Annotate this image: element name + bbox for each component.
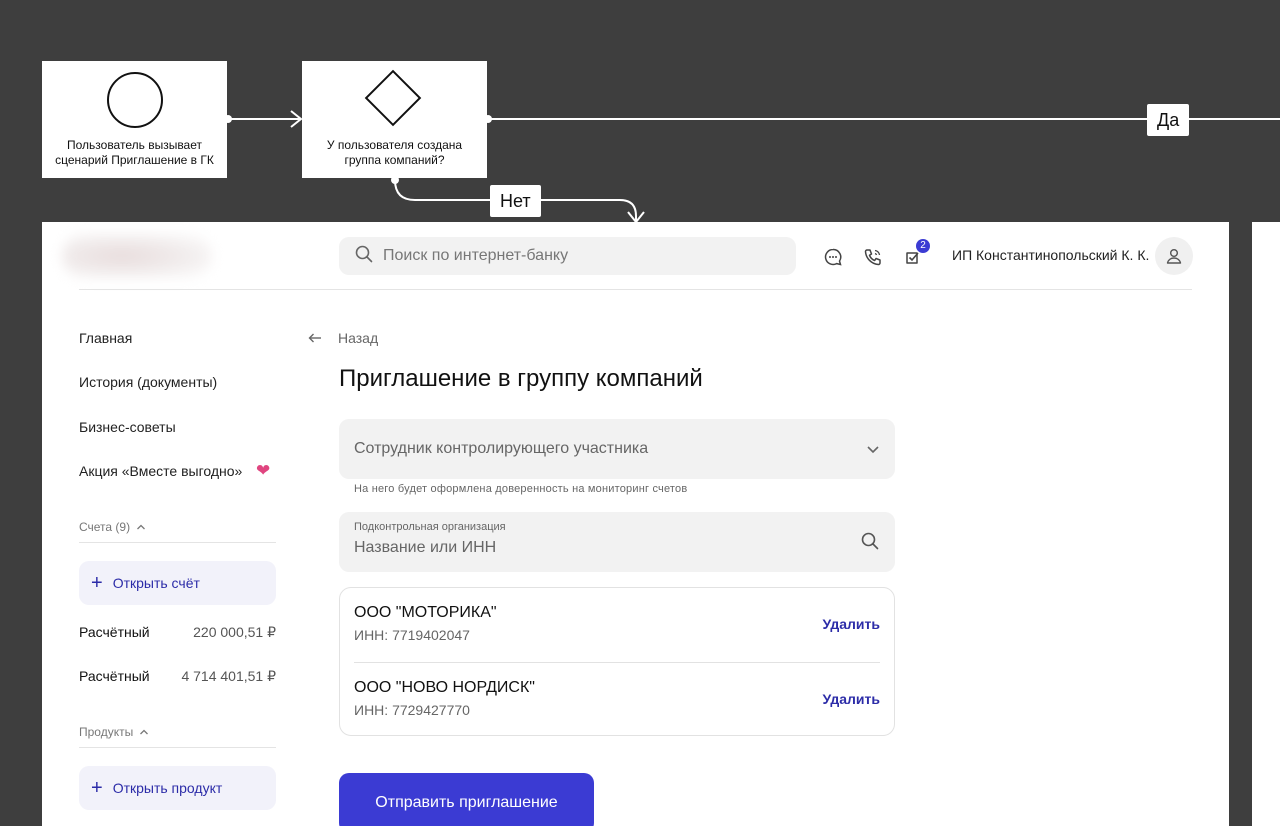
employee-select-placeholder: Сотрудник контролирующего участника <box>354 440 649 457</box>
products-section-header[interactable]: Продукты <box>79 725 149 739</box>
bank-logo <box>62 234 212 278</box>
selected-organizations-list: ООО "МОТОРИКА" ИНН: 7719402047 Удалить О… <box>339 587 895 736</box>
open-account-label: Открыть счёт <box>112 575 200 591</box>
bank-app-screen: 2 ИП Константинопольский К. К. Главная И… <box>42 222 1229 826</box>
heart-icon: ❤ <box>256 461 271 480</box>
org-name: ООО "МОТОРИКА" <box>354 604 497 621</box>
org-inn: ИНН: 7719402047 <box>354 627 470 643</box>
accounts-section-header[interactable]: Счета (9) <box>79 520 146 534</box>
open-account-button[interactable]: + Открыть счёт <box>79 561 276 605</box>
flow-yes-label: Да <box>1147 104 1190 136</box>
user-name[interactable]: ИП Константинопольский К. К. <box>952 247 1149 263</box>
sidebar-item-business-tips[interactable]: Бизнес-советы <box>79 419 176 435</box>
search-icon <box>355 245 373 268</box>
chevron-up-icon <box>137 524 146 530</box>
open-product-button[interactable]: + Открыть продукт <box>79 766 276 810</box>
page-title: Приглашение в группу компаний <box>339 365 703 392</box>
delete-org-button[interactable]: Удалить <box>823 691 880 707</box>
account-name: Расчётный <box>79 668 150 684</box>
section-divider <box>79 747 276 748</box>
send-invitation-button[interactable]: Отправить приглашение <box>339 773 594 826</box>
tasks-badge: 2 <box>916 239 930 253</box>
account-row[interactable]: Расчётный 220 000,51 ₽ <box>79 624 276 641</box>
avatar[interactable] <box>1155 237 1193 275</box>
flow-decision-label: У пользователя создана группа компаний? <box>326 138 463 167</box>
account-name: Расчётный <box>79 624 150 640</box>
back-link[interactable]: Назад <box>308 330 378 346</box>
flow-arrowhead <box>290 110 303 128</box>
employee-select[interactable]: Сотрудник контролирующего участника <box>339 419 895 479</box>
chat-icon[interactable] <box>822 246 844 268</box>
org-field-label: Подконтрольная организация <box>354 521 506 533</box>
plus-icon: + <box>91 777 103 799</box>
arrow-left-icon <box>308 333 321 343</box>
flow-arrowhead <box>627 211 645 224</box>
search-bar[interactable] <box>339 237 796 275</box>
flow-decision-node: У пользователя создана группа компаний? <box>302 61 487 178</box>
products-section-label: Продукты <box>79 725 134 739</box>
org-search-field[interactable]: Подконтрольная организация <box>339 512 895 572</box>
back-label: Назад <box>338 330 379 346</box>
section-divider <box>79 542 276 543</box>
sidebar-item-promo[interactable]: Акция «Вместе выгодно» <box>79 463 242 479</box>
account-row[interactable]: Расчётный 4 714 401,51 ₽ <box>79 668 276 685</box>
flow-start-node: Пользователь вызывает сценарий Приглашен… <box>42 61 227 178</box>
gateway-diamond-icon <box>364 69 422 127</box>
header-divider <box>79 289 1192 290</box>
account-amount: 4 714 401,51 ₽ <box>181 668 276 684</box>
accounts-section-label: Счета (9) <box>79 520 131 534</box>
delete-org-button[interactable]: Удалить <box>823 616 880 632</box>
account-amount: 220 000,51 ₽ <box>193 624 276 640</box>
org-search-input[interactable] <box>354 539 834 557</box>
chevron-up-icon <box>140 729 149 735</box>
user-icon <box>1166 249 1182 264</box>
flow-no-label: Нет <box>490 185 541 217</box>
list-item: ООО "НОВО НОРДИСК" ИНН: 7729427770 Удали… <box>354 663 880 737</box>
chevron-down-icon <box>867 445 879 453</box>
sidebar-item-home[interactable]: Главная <box>79 330 132 346</box>
search-input[interactable] <box>383 247 763 265</box>
org-name: ООО "НОВО НОРДИСК" <box>354 679 535 696</box>
start-event-icon <box>107 72 163 128</box>
plus-icon: + <box>91 572 103 594</box>
tasks-icon[interactable]: 2 <box>903 239 930 268</box>
adjacent-screen-fragment <box>1252 222 1280 826</box>
list-item: ООО "МОТОРИКА" ИНН: 7719402047 Удалить <box>354 588 880 662</box>
employee-hint: На него будет оформлена доверенность на … <box>354 483 688 495</box>
sidebar-item-history[interactable]: История (документы) <box>79 374 217 390</box>
phone-icon[interactable] <box>862 246 884 268</box>
search-icon[interactable] <box>861 532 879 555</box>
open-product-label: Открыть продукт <box>112 780 223 796</box>
org-inn: ИНН: 7729427770 <box>354 702 470 718</box>
flow-start-label: Пользователь вызывает сценарий Приглашен… <box>55 138 214 167</box>
